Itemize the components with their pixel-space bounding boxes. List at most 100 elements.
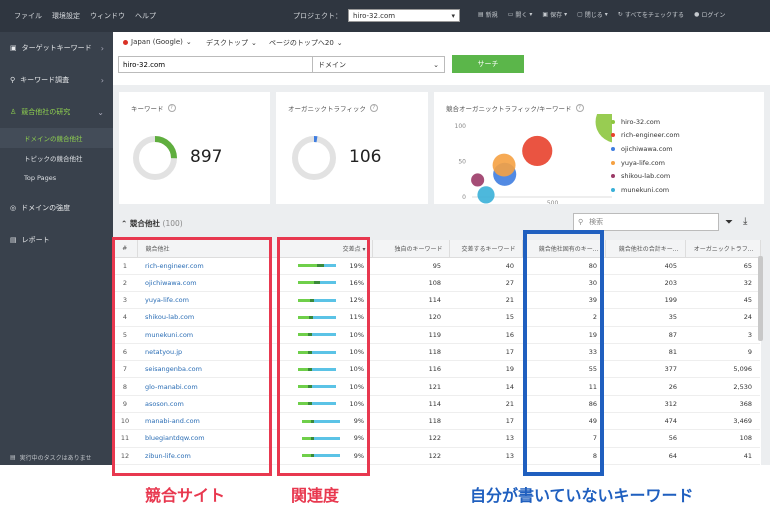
- legend-label: munekuni.com: [621, 185, 670, 194]
- target-icon: ▣: [10, 44, 17, 52]
- legend-item: hiro-32.com: [611, 115, 680, 129]
- keywords-card-header: キーワード ?: [131, 103, 176, 113]
- save-label: 保存: [550, 12, 563, 19]
- device-value: デスクトップ: [206, 39, 248, 47]
- traffic-card: オーガニックトラフィック ? 106: [276, 92, 428, 204]
- annotation-missing-keywords: 自分が書いていないキーワード: [470, 486, 694, 505]
- chevron-down-icon: ▾: [529, 11, 533, 18]
- filter-icon[interactable]: ⏷: [725, 217, 733, 228]
- download-icon[interactable]: ⤓: [743, 216, 747, 227]
- bubble-chart: 100500500: [455, 114, 612, 204]
- sidebar-subitem-topic-competitors[interactable]: トピックの競合他社: [0, 148, 113, 168]
- col-header-unique-keywords[interactable]: 独自のキーワード: [372, 240, 450, 258]
- mode-value: ドメイン: [318, 60, 346, 69]
- domain-input[interactable]: [118, 56, 314, 73]
- table-search-input[interactable]: ⚲ 検索: [573, 213, 719, 231]
- table-scrollbar[interactable]: [758, 256, 763, 341]
- search-icon: ⚲: [10, 76, 16, 84]
- save-button[interactable]: ▣ 保存 ▾: [542, 10, 567, 19]
- page-dropdown[interactable]: ページのトップへ20 ⌄: [269, 38, 343, 48]
- close-button[interactable]: ▢ 閉じる ▾: [577, 10, 608, 19]
- competitor-total-cell: 64: [605, 447, 685, 466]
- bubble-point[interactable]: [595, 114, 612, 143]
- cross-keywords-cell: 17: [449, 343, 522, 362]
- keywords-value: 897: [190, 147, 223, 167]
- sidebar-item-label: ドメインの強度: [21, 204, 71, 212]
- unique-keywords-cell: 95: [372, 257, 449, 275]
- unique-keywords-cell: 114: [372, 291, 449, 310]
- sidebar-item-keyword-research[interactable]: ⚲ キーワード調査 ›: [0, 64, 113, 96]
- close-label: 閉じる: [584, 12, 603, 19]
- col-header-cross-keywords[interactable]: 交差するキーワード: [449, 240, 523, 258]
- unique-keywords-cell: 118: [372, 343, 449, 362]
- table-search-placeholder: 検索: [589, 218, 604, 226]
- help-icon[interactable]: ?: [369, 104, 378, 112]
- help-icon[interactable]: ?: [575, 104, 584, 112]
- sidebar-item-report[interactable]: ▤ レポート: [0, 224, 113, 256]
- competitor-total-cell: 26: [605, 377, 685, 396]
- check-all-button[interactable]: ↻ すべてをチェックする: [618, 10, 684, 19]
- cross-keywords-cell: 15: [449, 308, 522, 327]
- sidebar-subitem-top-pages[interactable]: Top Pages: [0, 168, 113, 188]
- legend-label: hiro-32.com: [621, 117, 661, 126]
- legend-label: yuya-life.com: [621, 158, 665, 167]
- folder-icon: ▭: [507, 11, 514, 18]
- device-dropdown[interactable]: デスクトップ ⌄: [206, 38, 257, 48]
- menu-file[interactable]: ファイル: [14, 11, 42, 21]
- page-value: ページのトップへ20: [269, 39, 334, 47]
- search-icon: ⚲: [578, 218, 584, 226]
- mode-dropdown[interactable]: ドメイン ⌄: [312, 56, 445, 73]
- unique-keywords-cell: 122: [372, 429, 449, 448]
- y-tick-label: 0: [462, 194, 466, 201]
- chevron-down-icon: ▾: [451, 11, 455, 20]
- legend-swatch: [611, 187, 615, 192]
- open-button[interactable]: ▭ 開く ▾: [508, 10, 533, 19]
- menu-window[interactable]: ウィンドウ: [90, 11, 125, 21]
- competitor-total-cell: 474: [605, 412, 685, 431]
- competitor-total-cell: 87: [605, 326, 685, 344]
- organic-traffic-cell: 32: [685, 274, 760, 293]
- country-dropdown[interactable]: Japan (Google) ⌄: [123, 38, 192, 46]
- organic-traffic-cell: 41: [685, 447, 760, 466]
- section-title-text: 競合他社: [129, 219, 160, 228]
- menu-help[interactable]: ヘルプ: [135, 11, 156, 21]
- toolbar: ▤ 新規 ▭ 開く ▾ ▣ 保存 ▾ ▢ 閉じる ▾ ↻ すべてをチェックする ● ログイン: [478, 10, 725, 19]
- col-header-organic-traffic[interactable]: オーガニックトラフ...: [685, 240, 761, 258]
- task-icon: ▤: [10, 454, 16, 461]
- unique-keywords-cell: 120: [372, 308, 449, 327]
- chart-legend: hiro-32.com rich-engineer.com ojichiwawa.c…: [611, 115, 680, 197]
- unique-keywords-cell: 118: [372, 412, 449, 431]
- search-button[interactable]: サーチ: [452, 55, 524, 73]
- bubble-point[interactable]: [492, 153, 516, 177]
- close-icon: ▢: [577, 11, 583, 18]
- traffic-value: 106: [349, 147, 382, 167]
- project-dropdown[interactable]: hiro-32.com ▾: [348, 9, 460, 22]
- legend-item: rich-engineer.com: [611, 129, 680, 143]
- sidebar-subitem-domain-competitors[interactable]: ドメインの競合他社: [0, 128, 113, 148]
- cross-keywords-cell: 13: [449, 429, 522, 448]
- collapse-icon[interactable]: ⌃: [121, 219, 127, 228]
- menu-preferences[interactable]: 環境設定: [52, 11, 80, 21]
- project-selector-group: プロジェクト： hiro-32.com ▾: [293, 9, 460, 22]
- bubble-point[interactable]: [477, 186, 495, 204]
- bubble-point[interactable]: [471, 173, 485, 187]
- col-header-competitor-total[interactable]: 競合他社の合計キー...: [605, 240, 686, 258]
- competitor-total-cell: 81: [605, 343, 685, 362]
- legend-item: munekuni.com: [611, 183, 680, 197]
- chevron-down-icon: ⌄: [97, 107, 104, 117]
- menu-bar: ファイル 環境設定 ウィンドウ ヘルプ プロジェクト： hiro-32.com …: [0, 0, 770, 32]
- keywords-donut: [133, 136, 177, 180]
- unique-keywords-cell: 116: [372, 360, 449, 379]
- sidebar-item-competitor-research[interactable]: ♙ 競合他社の研究 ⌄: [0, 96, 113, 128]
- new-button[interactable]: ▤ 新規: [478, 10, 498, 19]
- chevron-down-icon: ⌄: [251, 39, 257, 47]
- unique-keywords-cell: 114: [372, 395, 449, 414]
- login-button[interactable]: ● ログイン: [694, 10, 725, 19]
- sidebar-item-target-keywords[interactable]: ▣ ターゲットキーワード ›: [0, 32, 113, 64]
- sidebar-item-domain-strength[interactable]: ◎ ドメインの強度: [0, 192, 113, 224]
- unique-keywords-cell: 108: [372, 274, 449, 293]
- help-icon[interactable]: ?: [167, 104, 176, 112]
- traffic-title: オーガニックトラフィック: [288, 105, 366, 113]
- organic-traffic-cell: 9: [685, 343, 760, 362]
- bubble-point[interactable]: [522, 135, 553, 166]
